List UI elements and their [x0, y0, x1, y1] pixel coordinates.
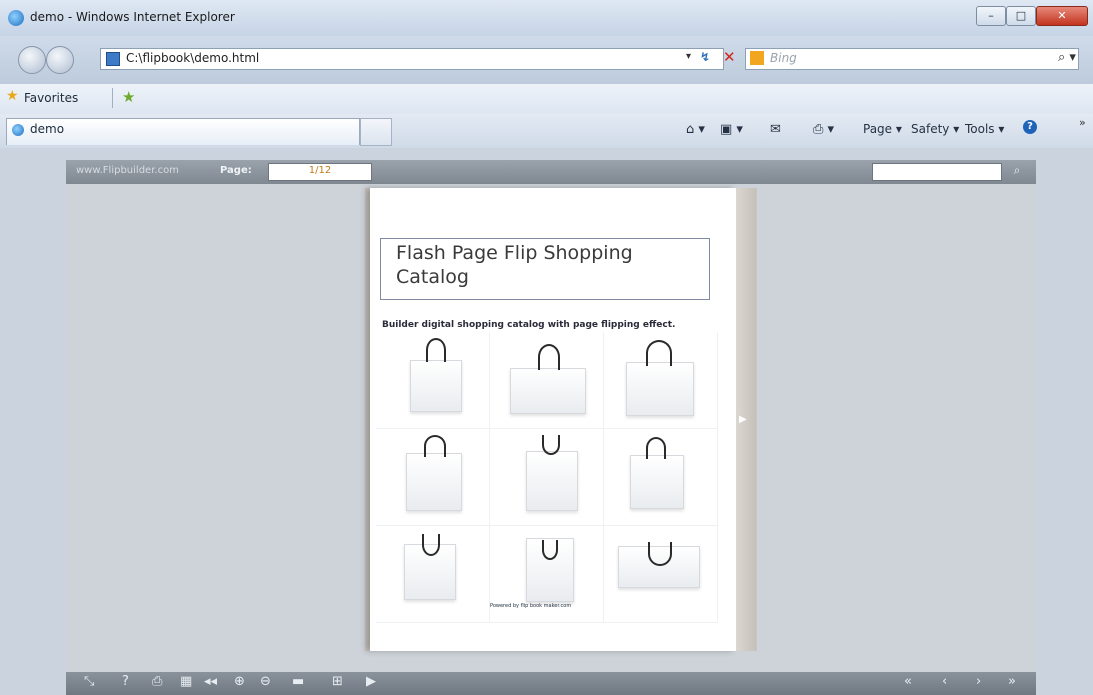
tools-menu[interactable]: Tools ▾ [965, 122, 1004, 136]
site-link[interactable]: www.Flipbuilder.com [76, 165, 179, 176]
ie-logo-icon [8, 10, 24, 26]
product-tile[interactable] [376, 429, 490, 526]
back-button[interactable] [18, 46, 46, 74]
bag-handle-icon [542, 435, 560, 455]
bag-handle-icon [424, 435, 446, 457]
refresh-icon[interactable]: ↯ [700, 50, 710, 64]
fullscreen-icon[interactable]: ⤡ [84, 674, 94, 689]
home-icon[interactable]: ⌂ ▾ [686, 122, 705, 137]
catalog-title-line1: Flash Page Flip Shopping [396, 242, 633, 264]
stop-icon[interactable]: ✕ [723, 48, 736, 66]
grid-icon[interactable]: ⊞ [332, 674, 343, 689]
close-button[interactable]: ✕ [1036, 6, 1088, 26]
add-favorite-icon[interactable]: ★ [122, 88, 135, 106]
catalog-title-line2: Catalog [396, 266, 469, 288]
product-tile[interactable] [604, 526, 718, 623]
address-dropdown-icon[interactable]: ▾ [686, 51, 691, 62]
bag-handle-icon [426, 338, 446, 362]
share-icon[interactable]: ▬ [292, 674, 304, 689]
first-page-icon[interactable]: « [904, 674, 912, 689]
next-page-arrow-icon[interactable]: ▶ [739, 414, 747, 425]
page-icon [106, 52, 120, 66]
autoplay-icon[interactable]: ▶ [366, 674, 376, 689]
sound-icon[interactable]: ◂◂ [204, 674, 217, 689]
bag-handle-icon [542, 540, 558, 560]
help-icon[interactable]: ? [122, 674, 129, 689]
bag-handle-icon [648, 542, 672, 566]
shopping-bag-icon [406, 453, 462, 511]
bag-handle-icon [422, 534, 440, 556]
more-chevron-icon[interactable]: » [1079, 116, 1086, 129]
search-placeholder[interactable]: Bing [770, 51, 797, 65]
window-title: demo - Windows Internet Explorer [30, 10, 235, 24]
help-icon[interactable]: ? [1023, 120, 1037, 134]
bing-icon [750, 51, 764, 65]
product-tile[interactable] [490, 332, 604, 429]
catalog-subtitle: Builder digital shopping catalog with pa… [382, 320, 676, 330]
new-tab-button[interactable] [360, 118, 392, 146]
minimize-button[interactable]: – [976, 6, 1006, 26]
page-label: Page: [220, 165, 252, 176]
tab-label[interactable]: demo [30, 122, 64, 136]
favorites-button[interactable]: Favorites [24, 91, 78, 105]
last-page-icon[interactable]: » [1008, 674, 1016, 689]
product-tile[interactable] [376, 526, 490, 623]
shopping-bag-icon [626, 362, 694, 416]
shopping-bag-icon [526, 451, 578, 511]
address-text[interactable]: C:\flipbook\demo.html [126, 51, 259, 65]
previous-page-icon[interactable]: ‹ [942, 674, 947, 689]
bag-handle-icon [538, 344, 560, 370]
feeds-icon[interactable]: ▣ ▾ [720, 122, 743, 137]
page-number-value[interactable]: 1/12 [268, 165, 372, 176]
viewer-search-icon[interactable]: ⌕ [1008, 163, 1026, 179]
product-tile[interactable] [604, 429, 718, 526]
shopping-bag-icon [510, 368, 586, 414]
bag-handle-icon [646, 437, 666, 459]
shopping-bag-icon [630, 455, 684, 509]
ie-page-icon [12, 124, 24, 136]
thumbnails-icon[interactable]: ▦ [180, 674, 192, 689]
favorites-bar [0, 84, 1093, 114]
powered-by-text: Powered by flip book maker.com [490, 603, 572, 609]
safety-menu[interactable]: Safety ▾ [911, 122, 959, 136]
divider [112, 88, 113, 108]
maximize-button[interactable]: □ [1006, 6, 1036, 26]
product-tile[interactable] [604, 332, 718, 429]
shopping-bag-icon [410, 360, 462, 412]
zoom-in-icon[interactable]: ⊕ [234, 674, 245, 689]
bag-handle-icon [646, 340, 672, 366]
favorites-star-icon[interactable]: ★ [6, 88, 19, 104]
product-tile[interactable] [490, 429, 604, 526]
forward-button[interactable] [46, 46, 74, 74]
page-menu[interactable]: Page ▾ [863, 122, 902, 136]
search-icon[interactable]: ⌕ ▾ [1058, 50, 1076, 65]
print-icon[interactable]: ⎙ ▾ [813, 122, 834, 137]
product-tile[interactable] [376, 332, 490, 429]
viewer-search-input[interactable] [872, 163, 1002, 181]
print-icon[interactable]: ⎙ [152, 674, 162, 689]
product-grid [376, 332, 718, 623]
zoom-out-icon[interactable]: ⊖ [260, 674, 271, 689]
mail-icon[interactable]: ✉ [770, 122, 781, 137]
next-page-icon[interactable]: › [976, 674, 981, 689]
